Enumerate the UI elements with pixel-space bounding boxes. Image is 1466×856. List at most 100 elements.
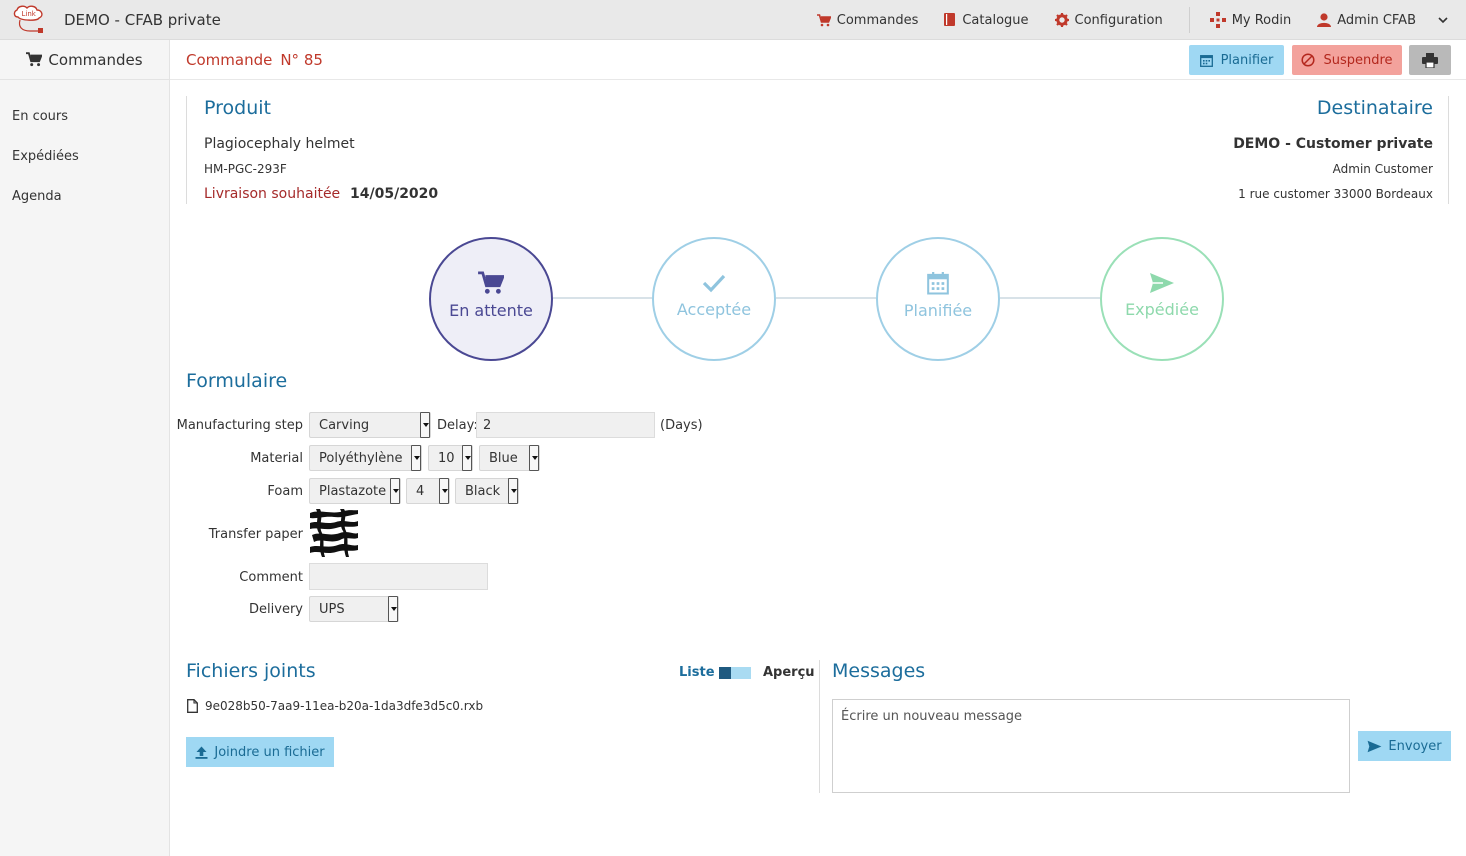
comment-label: Comment — [239, 570, 303, 585]
rodin-cross-icon — [1209, 12, 1226, 28]
file-icon — [187, 699, 198, 713]
link-logo-icon[interactable]: Link — [12, 5, 46, 37]
delivery-value: UPS — [319, 601, 345, 617]
manufacturing-step-select[interactable]: Carving — [309, 412, 431, 438]
delivery-date-label: Livraison souhaitée — [204, 186, 341, 202]
delivery-date-value: 14/05/2020 — [350, 186, 439, 202]
nav-separator — [1188, 7, 1190, 33]
recipient-contact: Admin Customer — [1332, 162, 1433, 176]
view-toggle-switch[interactable] — [719, 667, 751, 679]
calendar-icon — [927, 271, 949, 295]
ban-icon — [1301, 53, 1316, 67]
step-label: En attente — [449, 300, 533, 320]
files-heading: Fichiers joints — [186, 660, 316, 682]
foam-label: Foam — [267, 484, 303, 499]
foam-color-select[interactable]: Black — [455, 478, 519, 504]
step-en-attente: En attente — [429, 237, 553, 361]
file-item[interactable]: 9e028b50-7aa9-11ea-b20a-1da3dfe3d5c0.rxb — [187, 699, 483, 713]
attach-file-button[interactable]: Joindre un fichier — [186, 737, 334, 767]
message-input[interactable] — [832, 699, 1350, 793]
attach-file-label: Joindre un fichier — [214, 744, 325, 760]
calendar-icon — [1199, 54, 1213, 67]
order-header: Commande N° 85 Planifier Suspendre — [170, 40, 1466, 80]
delivery-select[interactable]: UPS — [309, 596, 399, 622]
form-heading: Formulaire — [186, 370, 288, 392]
file-name: 9e028b50-7aa9-11ea-b20a-1da3dfe3d5c0.rxb — [205, 699, 484, 713]
plan-button-label: Planifier — [1220, 52, 1274, 68]
zebra-pattern-icon — [310, 509, 358, 557]
dropdown-arrow-icon — [462, 445, 472, 471]
dropdown-arrow-icon — [390, 478, 400, 504]
order-title-label: Commande — [186, 51, 273, 69]
order-number: N° 85 — [280, 51, 323, 69]
nav-my-rodin[interactable]: My Rodin — [1209, 12, 1292, 28]
step-label: Planifiée — [903, 300, 973, 320]
delivery-label: Delivery — [249, 602, 303, 617]
sidebar-header-label: Commandes — [48, 50, 143, 69]
nav-user-menu[interactable]: Admin CFAB — [1317, 13, 1416, 28]
book-icon — [944, 13, 956, 26]
user-icon — [1317, 13, 1332, 27]
delay-unit: (Days) — [660, 418, 703, 433]
foam-thickness-value: 4 — [416, 483, 425, 499]
material-color-value: Blue — [489, 450, 518, 466]
step-label: Expédiée — [1125, 299, 1199, 319]
send-icon — [1367, 740, 1382, 752]
step-acceptee: Acceptée — [652, 237, 776, 361]
toggle-knob — [719, 667, 731, 679]
step-connector — [776, 297, 876, 299]
nav-my-rodin-label: My Rodin — [1231, 12, 1292, 28]
print-button[interactable] — [1409, 45, 1451, 75]
view-list-option[interactable]: Liste — [679, 665, 715, 680]
material-type-value: Polyéthylène — [319, 450, 403, 466]
gear-icon — [1054, 13, 1069, 27]
material-label: Material — [250, 451, 303, 466]
cart-icon — [816, 13, 831, 26]
transfer-paper-label: Transfer paper — [208, 527, 303, 542]
cart-icon — [26, 52, 43, 67]
recipient-heading: Destinataire — [1316, 97, 1433, 119]
material-thickness-value: 10 — [438, 450, 455, 466]
top-bar: Link DEMO - CFAB private Commandes Catal… — [0, 0, 1466, 40]
nav-catalogue-label: Catalogue — [962, 12, 1029, 28]
send-button[interactable]: Envoyer — [1358, 731, 1451, 761]
material-type-select[interactable]: Polyéthylène — [309, 445, 422, 471]
foam-thickness-select[interactable]: 4 — [406, 478, 450, 504]
dropdown-arrow-icon — [529, 445, 539, 471]
upload-icon — [195, 746, 208, 759]
nav-commandes-label: Commandes — [836, 12, 919, 28]
recipient-name: DEMO - Customer private — [1233, 136, 1433, 152]
suspend-button-label: Suspendre — [1323, 52, 1393, 68]
step-label: Acceptée — [676, 299, 752, 319]
nav-user-label: Admin CFAB — [1337, 12, 1416, 28]
svg-text:Link: Link — [22, 10, 37, 18]
section-divider — [819, 660, 820, 793]
sidebar-item-agenda[interactable]: Agenda — [12, 189, 62, 204]
manufacturing-step-value: Carving — [319, 417, 370, 433]
product-name: Plagiocephaly helmet — [204, 136, 355, 152]
sidebar-item-expediees[interactable]: Expédiées — [12, 149, 79, 164]
foam-type-select[interactable]: Plastazote — [309, 478, 401, 504]
suspend-button[interactable]: Suspendre — [1292, 45, 1402, 75]
order-info-panel: Produit Plagiocephaly helmet HM-PGC-293F… — [186, 96, 1449, 204]
material-thickness-select[interactable]: 10 — [428, 445, 473, 471]
step-expediee: Expédiée — [1100, 237, 1224, 361]
app-title: DEMO - CFAB private — [64, 11, 221, 29]
material-color-select[interactable]: Blue — [479, 445, 540, 471]
nav-commandes[interactable]: Commandes — [816, 12, 919, 28]
messages-heading: Messages — [832, 660, 926, 682]
top-navigation: Commandes Catalogue Configuration My Rod… — [816, 0, 1466, 40]
manufacturing-step-label: Manufacturing step — [176, 418, 303, 433]
transfer-paper-swatch[interactable] — [310, 509, 358, 557]
sidebar-item-en-cours[interactable]: En cours — [12, 109, 68, 124]
view-preview-option[interactable]: Aperçu — [763, 665, 815, 680]
chevron-down-icon[interactable] — [1438, 16, 1448, 24]
sidebar-header[interactable]: Commandes — [0, 40, 169, 80]
step-connector — [1000, 297, 1100, 299]
dropdown-arrow-icon — [420, 412, 430, 438]
comment-input[interactable] — [309, 563, 488, 590]
plan-button[interactable]: Planifier — [1189, 45, 1284, 75]
nav-catalogue[interactable]: Catalogue — [944, 12, 1029, 28]
delay-input[interactable]: 2 — [476, 412, 655, 438]
nav-configuration[interactable]: Configuration — [1054, 13, 1163, 28]
